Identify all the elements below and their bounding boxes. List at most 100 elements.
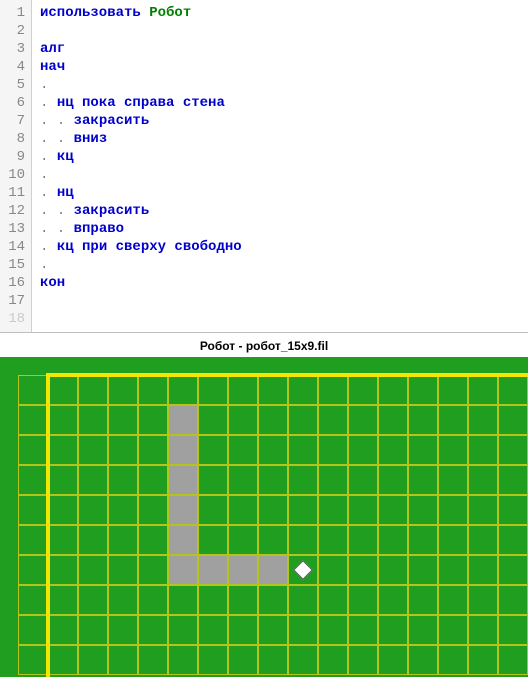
grid-cell[interactable]	[378, 525, 408, 555]
grid-cell[interactable]	[228, 525, 258, 555]
grid-cell[interactable]	[228, 495, 258, 525]
grid-cell[interactable]	[408, 435, 438, 465]
code-line[interactable]: алг	[40, 40, 520, 58]
grid-cell[interactable]	[468, 375, 498, 405]
grid-cell[interactable]	[198, 525, 228, 555]
grid-cell[interactable]	[138, 615, 168, 645]
grid-cell[interactable]	[228, 375, 258, 405]
grid-cell[interactable]	[378, 465, 408, 495]
grid-cell[interactable]	[198, 615, 228, 645]
grid-cell[interactable]	[18, 585, 48, 615]
grid-cell[interactable]	[318, 645, 348, 675]
grid-cell[interactable]	[438, 645, 468, 675]
grid-cell[interactable]	[378, 375, 408, 405]
grid-cell[interactable]	[48, 435, 78, 465]
grid-cell[interactable]	[108, 525, 138, 555]
grid-cell[interactable]	[348, 435, 378, 465]
code-line[interactable]: . . закрасить	[40, 202, 520, 220]
code-line[interactable]: . . закрасить	[40, 112, 520, 130]
grid-cell[interactable]	[258, 615, 288, 645]
grid-cell[interactable]	[108, 585, 138, 615]
grid-cell[interactable]	[168, 645, 198, 675]
code-line[interactable]: использовать Робот	[40, 4, 520, 22]
grid-cell[interactable]	[408, 525, 438, 555]
grid-cell[interactable]	[258, 465, 288, 495]
grid-cell[interactable]	[78, 375, 108, 405]
code-line[interactable]: .	[40, 166, 520, 184]
grid-cell[interactable]	[318, 615, 348, 645]
grid-cell[interactable]	[438, 405, 468, 435]
grid-cell[interactable]	[228, 585, 258, 615]
grid-cell[interactable]	[378, 585, 408, 615]
grid-cell[interactable]	[18, 405, 48, 435]
grid-cell[interactable]	[498, 495, 528, 525]
painted-cell[interactable]	[168, 495, 198, 525]
grid-cell[interactable]	[48, 645, 78, 675]
grid-cell[interactable]	[408, 405, 438, 435]
grid-cell[interactable]	[138, 465, 168, 495]
grid-cell[interactable]	[78, 525, 108, 555]
painted-cell[interactable]	[168, 555, 198, 585]
grid-cell[interactable]	[258, 495, 288, 525]
grid-cell[interactable]	[438, 525, 468, 555]
grid-cell[interactable]	[78, 435, 108, 465]
grid-cell[interactable]	[498, 585, 528, 615]
grid-cell[interactable]	[78, 615, 108, 645]
grid-cell[interactable]	[498, 375, 528, 405]
painted-cell[interactable]	[258, 555, 288, 585]
grid-cell[interactable]	[378, 495, 408, 525]
code-line[interactable]	[40, 292, 520, 310]
grid-cell[interactable]	[78, 495, 108, 525]
grid-cell[interactable]	[258, 645, 288, 675]
grid-cell[interactable]	[318, 435, 348, 465]
grid-cell[interactable]	[198, 405, 228, 435]
grid-cell[interactable]	[288, 525, 318, 555]
grid-cell[interactable]	[468, 435, 498, 465]
grid-cell[interactable]	[108, 615, 138, 645]
grid-cell[interactable]	[198, 645, 228, 675]
code-line[interactable]	[40, 22, 520, 40]
grid-cell[interactable]	[498, 435, 528, 465]
grid-cell[interactable]	[468, 525, 498, 555]
grid-cell[interactable]	[438, 375, 468, 405]
grid-cell[interactable]	[408, 585, 438, 615]
grid-cell[interactable]	[318, 465, 348, 495]
grid-cell[interactable]	[348, 555, 378, 585]
grid-cell[interactable]	[378, 645, 408, 675]
grid-cell[interactable]	[408, 615, 438, 645]
grid-cell[interactable]	[408, 555, 438, 585]
grid-cell[interactable]	[18, 555, 48, 585]
grid-cell[interactable]	[198, 495, 228, 525]
grid-cell[interactable]	[78, 405, 108, 435]
grid-cell[interactable]	[288, 585, 318, 615]
grid-cell[interactable]	[438, 555, 468, 585]
grid-cell[interactable]	[228, 615, 258, 645]
code-line[interactable]: . кц при сверху свободно	[40, 238, 520, 256]
grid-cell[interactable]	[348, 585, 378, 615]
grid-cell[interactable]	[378, 405, 408, 435]
grid-cell[interactable]	[48, 585, 78, 615]
grid-cell[interactable]	[108, 555, 138, 585]
grid-cell[interactable]	[348, 525, 378, 555]
robot-field[interactable]	[18, 375, 528, 677]
grid-cell[interactable]	[498, 645, 528, 675]
code-line[interactable]: . кц	[40, 148, 520, 166]
grid-cell[interactable]	[288, 615, 318, 645]
grid-cell[interactable]	[108, 435, 138, 465]
grid-cell[interactable]	[258, 435, 288, 465]
grid-cell[interactable]	[348, 645, 378, 675]
grid-cell[interactable]	[78, 645, 108, 675]
grid-cell[interactable]	[258, 585, 288, 615]
grid-cell[interactable]	[438, 615, 468, 645]
code-editor[interactable]: 123456789101112131415161718 использовать…	[0, 0, 528, 333]
grid-cell[interactable]	[438, 585, 468, 615]
grid-cell[interactable]	[468, 645, 498, 675]
code-line[interactable]: . нц пока справа стена	[40, 94, 520, 112]
grid-cell[interactable]	[18, 375, 48, 405]
grid-cell[interactable]	[438, 435, 468, 465]
grid-cell[interactable]	[138, 555, 168, 585]
grid-cell[interactable]	[318, 525, 348, 555]
grid-cell[interactable]	[138, 435, 168, 465]
code-line[interactable]: кон	[40, 274, 520, 292]
grid-cell[interactable]	[378, 555, 408, 585]
